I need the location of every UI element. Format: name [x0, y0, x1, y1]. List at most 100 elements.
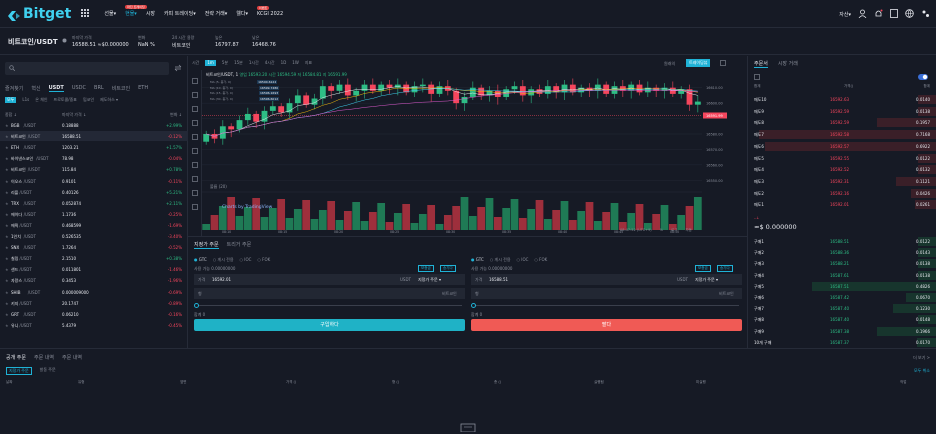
buy-deposit-button[interactable]: 보증금 [418, 265, 434, 272]
chart-view-original[interactable]: 원래의 [664, 61, 675, 67]
drawing-tool-icon[interactable] [192, 134, 198, 140]
user-icon[interactable] [858, 9, 867, 20]
tab-usdt[interactable]: USDT [48, 85, 64, 92]
tab-market-trades[interactable]: 시장 거래 [778, 60, 798, 68]
tab-usdc[interactable]: USDC [72, 85, 86, 92]
buy-price-field[interactable]: 가격 16592.01 USDT 지정가 주문 ▾ [194, 274, 465, 285]
market-row[interactable]: ★ 이오스/USDT 0.9101 -0.11% [0, 176, 188, 186]
market-row[interactable]: ★ 비트코인/USDT 115.84 +0.78% [0, 164, 188, 174]
nav-strategy[interactable]: 전략 거래▾ [205, 10, 228, 17]
star-icon[interactable]: ★ [5, 167, 9, 172]
tab-btc[interactable]: 비트코인 [112, 85, 130, 92]
nav-more[interactable]: 웰다▾ [236, 10, 248, 17]
buy-quantity-field[interactable]: 형 비트코인 [194, 288, 465, 299]
star-icon[interactable]: ★ [5, 123, 9, 128]
ask-row[interactable]: 매도9 16592.59 0.0138 [748, 106, 936, 117]
star-icon[interactable]: ★ [5, 134, 9, 139]
sell-opt-post[interactable]: ○ 게시 전용 [490, 257, 511, 263]
subtab-trigger-orders[interactable]: 발동 주문 [38, 367, 58, 375]
cancel-all-button[interactable]: 모두 취소 [914, 368, 930, 374]
buy-opt-post[interactable]: ○ 게시 전용 [213, 257, 234, 263]
market-row[interactable]: ★ 에이다/USDT 1.1736 -0.25% [0, 209, 188, 219]
star-icon[interactable]: ★ [5, 245, 9, 250]
chart-interval-7[interactable]: 1W [292, 60, 299, 66]
star-icon[interactable]: ★ [5, 201, 9, 206]
ask-row[interactable]: 매도5 16592.55 0.0122 [748, 153, 936, 164]
subtab-all[interactable]: 모두 [5, 97, 17, 103]
market-row[interactable]: ★ SHIB/USDT 0.000009000 -0.69% [0, 287, 188, 297]
swap-icon[interactable] [174, 64, 182, 74]
tab-orderbook[interactable]: 주문서 [754, 60, 768, 68]
buy-slider[interactable] [196, 305, 462, 306]
star-icon[interactable]: ★ [5, 278, 9, 283]
subtab-limit-orders[interactable]: 지정가 주문 [6, 367, 32, 375]
ask-row[interactable]: 매도7 16592.58 0.7168 [748, 129, 936, 140]
info-icon[interactable] [62, 38, 67, 45]
bid-row[interactable]: 10개 구매 16587.37 0.0170 [748, 337, 936, 348]
star-icon[interactable]: ★ [5, 323, 9, 328]
more-link[interactable]: 더 보기 > [913, 355, 930, 361]
bell-icon[interactable] [874, 9, 883, 20]
bid-row[interactable]: 구매4 16587.61 0.0138 [748, 270, 936, 281]
candlestick-chart[interactable]: 16610.00 16600.00 16591.99 16580.00 16570.00… [202, 70, 748, 236]
market-row[interactable]: ★ 샌드/USDT 0.011801 -1.46% [0, 264, 188, 274]
subtab-protocol[interactable]: 프로토콜/중표 [54, 97, 77, 103]
star-icon[interactable]: ★ [5, 190, 9, 195]
market-row[interactable]: ★ TRX/USDT 0.052874 +2.11% [0, 198, 188, 208]
market-row[interactable]: ★ 에픽/USDT 0.468599 -1.69% [0, 220, 188, 230]
sell-transfer-button[interactable]: 송기다 [717, 265, 733, 272]
market-row[interactable]: ★ 비트코인/USDT 16588.51 -0.12% [0, 131, 188, 142]
market-row[interactable]: ★ 유니/USDT 5.4379 -0.45% [0, 320, 188, 330]
star-icon[interactable]: ★ [5, 156, 9, 161]
drawing-tool-icon[interactable] [192, 190, 198, 196]
sell-opt-fok[interactable]: ○ FOK [534, 257, 547, 263]
market-row[interactable]: ★ BGB/USDT 0.18888 +2.99% [0, 120, 188, 130]
chart-interval-4[interactable]: 1시간 [249, 60, 259, 66]
drawing-tool-icon[interactable] [192, 92, 198, 98]
market-row[interactable]: ★ 키지/USDT 20.1747 -0.89% [0, 298, 188, 308]
market-row[interactable]: ★ SNX/USDT 1.7264 -0.52% [0, 242, 188, 252]
star-icon[interactable]: ★ [5, 179, 9, 184]
tab-open-orders[interactable]: 공개 주문 [6, 354, 26, 361]
bid-row[interactable]: 구매3 16588.21 0.0138 [748, 258, 936, 269]
star-icon[interactable]: ★ [5, 290, 9, 295]
drawing-tool-icon[interactable] [192, 78, 198, 84]
chart-interval-1[interactable]: 1m [205, 60, 216, 66]
sell-slider[interactable] [473, 305, 739, 306]
col-change[interactable]: 변화 ↓ [170, 112, 182, 118]
bid-row[interactable]: 구매9 16587.38 0.1966 [748, 326, 936, 337]
bitget-logo[interactable]: Bitget [8, 6, 71, 22]
buy-button[interactable]: 구입하다 [194, 319, 465, 331]
chart-interval-8[interactable]: 지표 [305, 60, 312, 66]
sell-quantity-field[interactable]: 형 비트코인 [471, 288, 742, 299]
market-row[interactable]: ★ 리플/USDT 0.40126 +5.21% [0, 187, 188, 197]
tab-innovation[interactable]: 혁신 [31, 85, 40, 92]
ask-row[interactable]: 매도8 16592.59 0.1957 [748, 117, 936, 128]
bid-row[interactable]: 구매6 16587.42 0.0670 [748, 292, 936, 303]
chart-interval-2[interactable]: 5분 [222, 60, 228, 66]
tab-favorites[interactable]: 즐겨찾기 [5, 85, 23, 92]
market-row[interactable]: ★ 칠링/USDT 2.1510 +0.38% [0, 253, 188, 263]
nav-kcgi[interactable]: 이벤트 KCGI 2022 [256, 5, 283, 17]
col-price[interactable]: 마지막 가격 ↓ [62, 112, 86, 118]
bid-row[interactable]: 구매7 16587.40 0.1230 [748, 303, 936, 314]
drawing-tool-icon[interactable] [192, 162, 198, 168]
drawing-tool-icon[interactable] [192, 204, 198, 210]
star-icon[interactable]: ★ [5, 267, 9, 272]
bid-row[interactable]: 구매5 16587.51 0.4826 [748, 281, 936, 292]
ask-row[interactable]: 매도1 16592.01 0.0261 [748, 199, 936, 210]
drawing-tool-icon[interactable] [192, 176, 198, 182]
buy-slider-handle[interactable] [194, 303, 199, 308]
drawing-tool-icon[interactable] [192, 148, 198, 154]
drawing-tool-icon[interactable] [192, 120, 198, 126]
ask-row[interactable]: 매도2 16592.16 0.0426 [748, 188, 936, 199]
subtab-l1s[interactable]: L1s [22, 97, 29, 103]
sell-opt-ioc[interactable]: ○ IOC [517, 257, 529, 263]
bid-row[interactable]: 구매8 16587.40 0.0148 [748, 314, 936, 325]
ask-row[interactable]: 매도6 16592.57 0.6922 [748, 141, 936, 152]
tab-order-history[interactable]: 주문 내역 [34, 354, 54, 361]
tradingview-watermark[interactable]: Charts by TradingView [222, 205, 272, 210]
drawing-tool-icon[interactable] [192, 106, 198, 112]
settings-icon[interactable] [921, 9, 930, 20]
tab-trade-history[interactable]: 주문 내역 [62, 354, 82, 361]
